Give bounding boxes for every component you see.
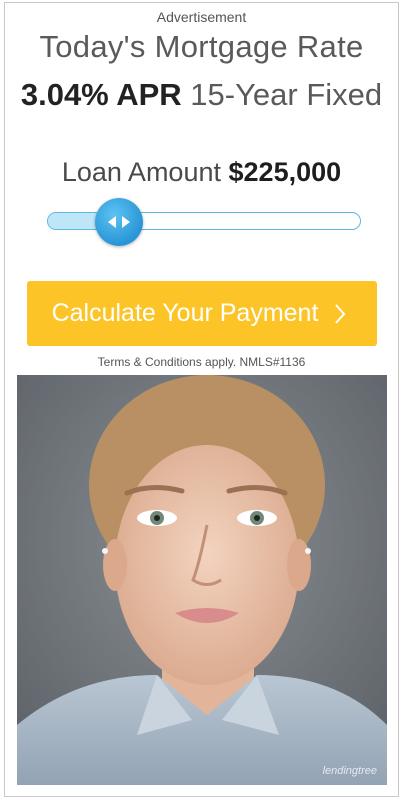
loan-amount-slider[interactable] <box>47 212 361 230</box>
loan-amount-label: Loan Amount <box>61 157 221 187</box>
rate-term: 15-Year Fixed <box>190 77 383 112</box>
woman-portrait-image[interactable]: lendingtree <box>17 375 387 785</box>
ad-title: Today's Mortgage Rate <box>39 29 364 64</box>
portrait-illustration <box>17 375 387 785</box>
rate-line: 3.04% APR 15-Year Fixed <box>5 77 398 113</box>
calculate-payment-label: Calculate Your Payment <box>51 299 319 327</box>
calculate-payment-button[interactable]: Calculate Your Payment <box>27 281 377 346</box>
chevron-right-icon <box>334 303 346 325</box>
loan-amount-line: Loan Amount $225,000 <box>5 157 398 188</box>
rate-value: 3.04% APR <box>20 77 182 112</box>
ad-frame[interactable]: Advertisement Today's Mortgage Rate 3.04… <box>4 2 399 797</box>
terms-text: Terms & Conditions apply. NMLS#1136 <box>97 355 306 369</box>
watermark-text: lendingtree <box>322 765 377 777</box>
slider-handle[interactable] <box>95 198 144 246</box>
advertisement-label: Advertisement <box>156 9 247 25</box>
loan-amount-value: $225,000 <box>228 157 342 187</box>
left-right-arrows-icon <box>108 216 131 228</box>
